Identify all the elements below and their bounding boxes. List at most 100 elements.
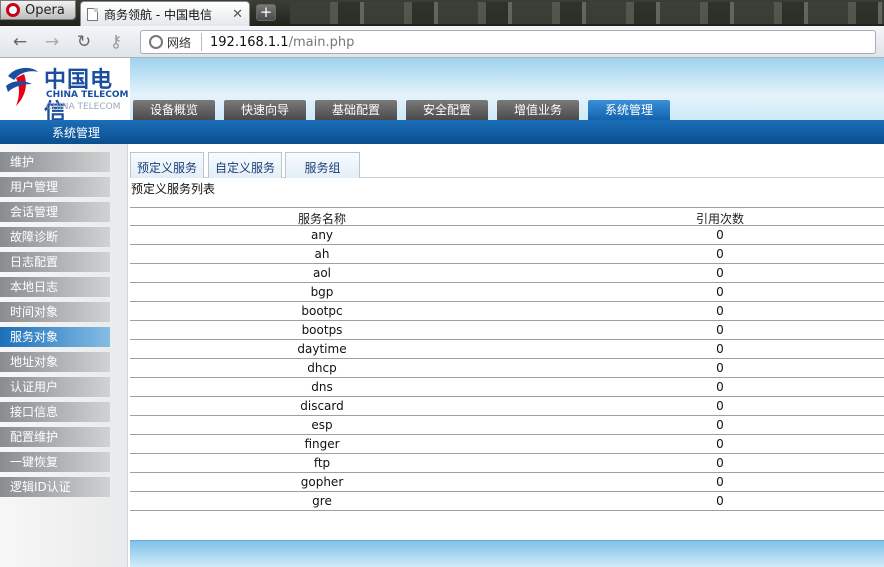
tab-service-groups[interactable]: 服务组 bbox=[285, 152, 360, 178]
main-nav: 设备概览 快速向导 基础配置 安全配置 增值业务 系统管理 bbox=[133, 100, 670, 120]
reference-count-cell: 0 bbox=[716, 323, 724, 337]
table-row[interactable]: gopher 0 bbox=[130, 473, 884, 492]
table-row[interactable]: esp 0 bbox=[130, 416, 884, 435]
service-name-cell: bgp bbox=[310, 285, 334, 299]
opera-logo-icon bbox=[6, 3, 20, 17]
service-name-cell: bootps bbox=[301, 323, 343, 337]
main-nav-quick-wizard[interactable]: 快速向导 bbox=[224, 100, 306, 120]
content-tabs: 预定义服务 自定义服务 服务组 bbox=[130, 152, 884, 178]
reference-count-cell: 0 bbox=[716, 380, 724, 394]
blurred-tabs-area bbox=[290, 2, 884, 24]
table-row[interactable]: aol 0 bbox=[130, 264, 884, 283]
forward-arrow-icon[interactable]: → bbox=[42, 32, 62, 52]
opera-menu-button[interactable]: Opera bbox=[0, 0, 76, 20]
new-tab-button[interactable]: + bbox=[256, 4, 276, 21]
service-name-cell: dns bbox=[311, 380, 333, 394]
section-bar: 系统管理 bbox=[0, 120, 884, 144]
opera-menu-label: Opera bbox=[25, 2, 65, 18]
table-row[interactable]: dhcp 0 bbox=[130, 359, 884, 378]
sidebar: 维护 用户管理 会话管理 故障诊断 日志配置 本地日志 时间对象 服务对象 地址… bbox=[0, 144, 128, 567]
page-icon bbox=[87, 7, 98, 21]
sidebar-item-auth-users[interactable]: 认证用户 bbox=[0, 377, 110, 397]
main-nav-basic-config[interactable]: 基础配置 bbox=[315, 100, 397, 120]
reference-count-cell: 0 bbox=[716, 361, 724, 375]
service-table: 服务名称 引用次数 any 0 ah 0 aol 0 bgp 0 bootpc 0 bootps 0 d… bbox=[130, 207, 884, 511]
back-arrow-icon[interactable]: ← bbox=[10, 32, 30, 52]
browser-toolbar: ← → ↻ ⚷ 网络 192.168.1.1 /main.php bbox=[0, 26, 884, 58]
reference-count-cell: 0 bbox=[716, 285, 724, 299]
main-content: 预定义服务 自定义服务 服务组 预定义服务列表 服务名称 引用次数 any 0 ah… bbox=[130, 144, 884, 567]
service-name-cell: gopher bbox=[300, 475, 344, 489]
table-row[interactable]: finger 0 bbox=[130, 435, 884, 454]
section-title: 系统管理 bbox=[52, 126, 101, 140]
reference-count-cell: 0 bbox=[716, 342, 724, 356]
list-caption: 预定义服务列表 bbox=[131, 182, 216, 196]
logo-reflection-text: CHINA TELECOM bbox=[46, 102, 121, 112]
service-name-cell: ftp bbox=[313, 456, 331, 470]
sidebar-item-interface-info[interactable]: 接口信息 bbox=[0, 402, 110, 422]
logo-english-text: CHINA TELECOM bbox=[46, 90, 129, 100]
sidebar-item-one-click-restore[interactable]: 一键恢复 bbox=[0, 452, 110, 472]
service-name-cell: any bbox=[310, 228, 334, 242]
address-bar[interactable]: 网络 192.168.1.1 /main.php bbox=[140, 30, 876, 54]
service-name-cell: daytime bbox=[297, 342, 347, 356]
sidebar-item-address-objects[interactable]: 地址对象 bbox=[0, 352, 110, 372]
table-row[interactable]: bootps 0 bbox=[130, 321, 884, 340]
service-name-cell: bootpc bbox=[301, 304, 343, 318]
china-telecom-logo: 中国电信 CHINA TELECOM CHINA TELECOM bbox=[0, 58, 130, 125]
sidebar-item-session-management[interactable]: 会话管理 bbox=[0, 202, 110, 222]
table-row[interactable]: ah 0 bbox=[130, 245, 884, 264]
column-header-reference-count: 引用次数 bbox=[695, 212, 744, 226]
main-nav-device-overview[interactable]: 设备概览 bbox=[133, 100, 215, 120]
tab-close-icon[interactable]: ✕ bbox=[232, 7, 243, 22]
table-row[interactable]: discard 0 bbox=[130, 397, 884, 416]
telecom-swirl-icon bbox=[6, 67, 38, 106]
page-header: 中国电信 CHINA TELECOM CHINA TELECOM 设备概览 快速… bbox=[0, 58, 884, 125]
sidebar-item-diagnostics[interactable]: 故障诊断 bbox=[0, 227, 110, 247]
sidebar-item-user-management[interactable]: 用户管理 bbox=[0, 177, 110, 197]
reference-count-cell: 0 bbox=[716, 456, 724, 470]
reference-count-cell: 0 bbox=[716, 494, 724, 508]
table-row[interactable]: daytime 0 bbox=[130, 340, 884, 359]
browser-tab[interactable]: 商务领航 - 中国电信 ✕ bbox=[80, 1, 250, 26]
url-path: /main.php bbox=[288, 34, 355, 50]
main-nav-security-config[interactable]: 安全配置 bbox=[406, 100, 488, 120]
reference-count-cell: 0 bbox=[716, 437, 724, 451]
reference-count-cell: 0 bbox=[716, 399, 724, 413]
service-name-cell: finger bbox=[304, 437, 340, 451]
main-nav-system-management[interactable]: 系统管理 bbox=[588, 100, 670, 120]
reference-count-cell: 0 bbox=[716, 266, 724, 280]
reference-count-cell: 0 bbox=[716, 228, 724, 242]
service-name-cell: dhcp bbox=[307, 361, 337, 375]
column-header-service-name: 服务名称 bbox=[297, 212, 346, 226]
table-row[interactable]: any 0 bbox=[130, 226, 884, 245]
service-name-cell: gre bbox=[312, 494, 332, 508]
table-row[interactable]: dns 0 bbox=[130, 378, 884, 397]
table-row[interactable]: bgp 0 bbox=[130, 283, 884, 302]
sidebar-item-local-log[interactable]: 本地日志 bbox=[0, 277, 110, 297]
main-nav-value-added[interactable]: 增值业务 bbox=[497, 100, 579, 120]
table-row[interactable]: bootpc 0 bbox=[130, 302, 884, 321]
sidebar-item-logical-id-auth[interactable]: 逻辑ID认证 bbox=[0, 477, 110, 497]
service-name-cell: discard bbox=[300, 399, 344, 413]
sidebar-item-service-objects[interactable]: 服务对象 bbox=[0, 327, 110, 347]
service-name-cell: ah bbox=[314, 247, 330, 261]
reference-count-cell: 0 bbox=[716, 247, 724, 261]
reload-icon[interactable]: ↻ bbox=[74, 32, 94, 52]
browser-tab-title: 商务领航 - 中国电信 bbox=[104, 7, 212, 22]
reference-count-cell: 0 bbox=[716, 418, 724, 432]
tab-custom-services[interactable]: 自定义服务 bbox=[208, 152, 282, 178]
sidebar-item-maintenance[interactable]: 维护 bbox=[0, 152, 110, 172]
table-row[interactable]: ftp 0 bbox=[130, 454, 884, 473]
sidebar-item-config-maintenance[interactable]: 配置维护 bbox=[0, 427, 110, 447]
url-divider bbox=[201, 33, 203, 51]
sidebar-item-time-objects[interactable]: 时间对象 bbox=[0, 302, 110, 322]
table-header: 服务名称 引用次数 bbox=[130, 207, 884, 226]
sidebar-item-log-config[interactable]: 日志配置 bbox=[0, 252, 110, 272]
table-row[interactable]: gre 0 bbox=[130, 492, 884, 511]
tab-predefined-services[interactable]: 预定义服务 bbox=[130, 152, 204, 178]
network-label: 网络 bbox=[167, 35, 192, 50]
key-icon[interactable]: ⚷ bbox=[106, 32, 126, 52]
reference-count-cell: 0 bbox=[716, 475, 724, 489]
service-name-cell: aol bbox=[312, 266, 332, 280]
